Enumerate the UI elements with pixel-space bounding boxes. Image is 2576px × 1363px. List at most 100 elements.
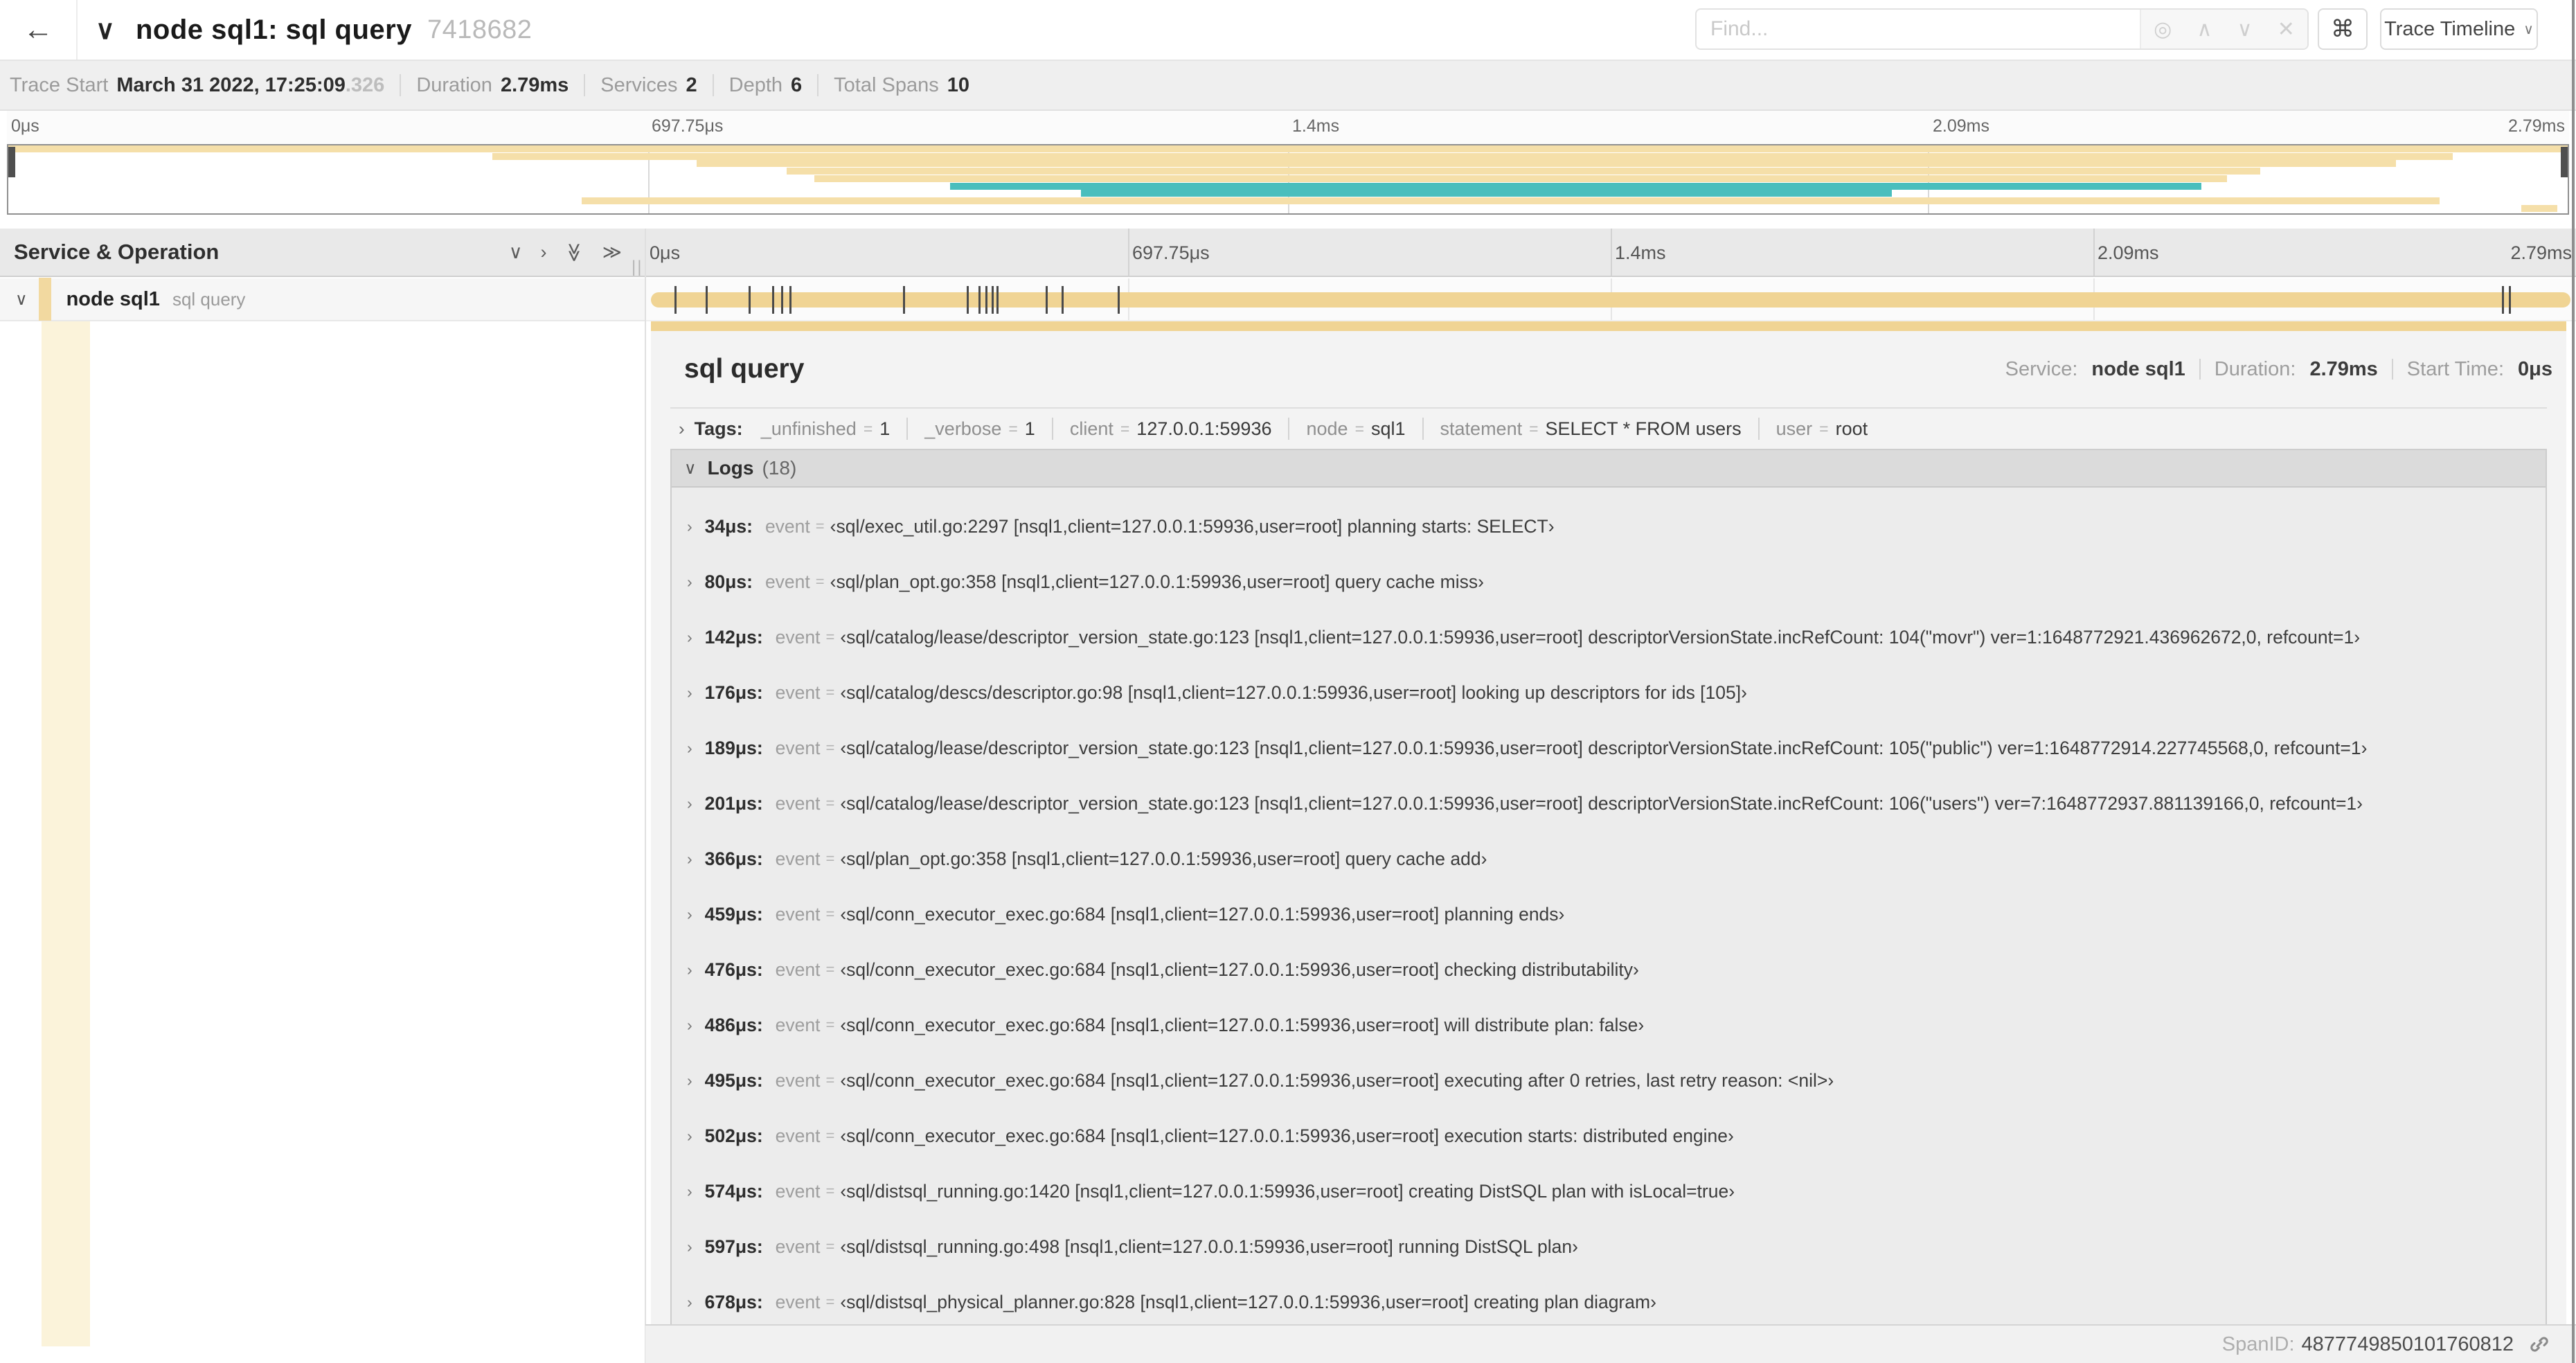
span-color-accent — [651, 321, 2566, 331]
tags-accordion[interactable]: › Tags: _unfinished = 1 _verbose = 1 client = 12… — [670, 407, 2547, 449]
collapse-all-icon[interactable]: ≫ — [564, 242, 585, 262]
find-input[interactable] — [1697, 10, 2140, 48]
chevron-down-icon: ∨ — [2523, 21, 2534, 37]
back-button[interactable]: ← — [0, 0, 78, 60]
span-timeline-row[interactable] — [645, 278, 2576, 321]
chevron-right-icon: › — [687, 683, 692, 702]
stat-duration: Duration 2.79ms — [416, 73, 569, 96]
log-field-value: ‹sql/plan_opt.go:358 [nsql1,client=127.0… — [830, 571, 1484, 592]
chevron-right-icon: › — [687, 1237, 692, 1256]
log-marker-tick[interactable] — [1062, 286, 1064, 314]
minimap-right-handle[interactable] — [2561, 147, 2568, 177]
log-entry-row[interactable]: › 366μs: event = ‹sql/plan_opt.go:358 [nsql1… — [672, 837, 2546, 881]
find-bar: ◎ ∧ ∨ ✕ — [1695, 8, 2309, 50]
span-tree-row[interactable]: ∨ node sql1 sql query — [0, 278, 645, 321]
minimap-left-handle[interactable] — [8, 147, 15, 177]
equals-sign: = — [1354, 419, 1364, 438]
log-marker-tick[interactable] — [780, 286, 783, 314]
log-entry-row[interactable]: › 574μs: event = ‹sql/distsql_running.go:142… — [672, 1169, 2546, 1213]
scrollbar[interactable] — [2572, 0, 2575, 1363]
log-marker-tick[interactable] — [991, 286, 994, 314]
span-detail-header: sql query Service: node sql1 Duration: 2… — [684, 346, 2552, 392]
log-entry-row[interactable]: › 142μs: event = ‹sql/catalog/lease/descript… — [672, 615, 2546, 659]
stat-trace-start: Trace Start March 31 2022, 17:25:09 .326 — [10, 73, 385, 96]
column-divider[interactable] — [645, 229, 646, 1363]
logs-section: ∨ Logs (18) › 34μs: event = ‹sql/exec_util.g… — [670, 449, 2547, 1363]
equals-sign: = — [825, 684, 835, 701]
log-entry-row[interactable]: › 597μs: event = ‹sql/distsql_running.go:498… — [672, 1224, 2546, 1269]
log-marker-tick[interactable] — [902, 286, 905, 314]
log-field-key: event — [775, 1069, 821, 1091]
log-entry-row[interactable]: › 476μs: event = ‹sql/conn_executor_exec.go:… — [672, 947, 2546, 992]
tag-item[interactable]: user = root — [1776, 418, 1868, 440]
logs-accordion-header[interactable]: ∨ Logs (18) — [672, 450, 2546, 488]
tag-item[interactable]: statement = SELECT * FROM users — [1440, 418, 1742, 440]
span-duration-bar[interactable] — [651, 286, 2570, 314]
chevron-right-icon: › — [687, 627, 692, 646]
log-field-key: event — [764, 515, 810, 537]
service-name[interactable]: node sql1 — [66, 288, 160, 311]
tag-item[interactable]: node = sql1 — [1306, 418, 1405, 440]
log-marker-tick[interactable] — [2501, 286, 2504, 314]
collapse-one-icon[interactable]: ∨ — [509, 242, 523, 263]
tag-item[interactable]: _verbose = 1 — [924, 418, 1035, 440]
log-entry-row[interactable]: › 34μs: event = ‹sql/exec_util.go:2297 [nsql… — [672, 504, 2546, 549]
expand-one-icon[interactable]: › — [540, 242, 546, 263]
log-field-key: event — [775, 737, 821, 758]
log-marker-tick[interactable] — [749, 286, 751, 314]
log-field-key: event — [775, 792, 821, 814]
log-entry-row[interactable]: › 486μs: event = ‹sql/conn_executor_exec.go:… — [672, 1003, 2546, 1047]
equals-sign: = — [863, 419, 873, 438]
log-marker-tick[interactable] — [967, 286, 969, 314]
log-timestamp: 176μs: — [704, 682, 763, 703]
command-icon: ⌘ — [2331, 16, 2354, 42]
log-entry-row[interactable]: › 678μs: event = ‹sql/distsql_physical_plann… — [672, 1280, 2546, 1324]
log-field-value: ‹sql/plan_opt.go:358 [nsql1,client=127.0… — [840, 848, 1487, 869]
view-selector-label: Trace Timeline — [2384, 17, 2516, 40]
equals-sign: = — [825, 905, 835, 923]
keyboard-shortcuts-button[interactable]: ⌘ — [2318, 8, 2368, 50]
tag-item[interactable]: client = 127.0.0.1:59936 — [1070, 418, 1272, 440]
column-resizer-grip[interactable]: || — [632, 258, 645, 276]
log-marker-tick[interactable] — [1117, 286, 1120, 314]
view-selector-button[interactable]: Trace Timeline ∨ — [2380, 8, 2538, 50]
jaeger-trace-page: ← ∨ node sql1: sql query 7418682 ◎ ∧ ∨ ✕… — [0, 0, 2576, 1363]
tag-item[interactable]: _unfinished = 1 — [761, 418, 891, 440]
log-entry-row[interactable]: › 459μs: event = ‹sql/conn_executor_exec.go:… — [672, 892, 2546, 936]
minimap-span-bar — [786, 168, 2261, 175]
log-entry-row[interactable]: › 80μs: event = ‹sql/plan_opt.go:358 [nsql1,… — [672, 560, 2546, 604]
log-marker-tick[interactable] — [978, 286, 981, 314]
locate-icon[interactable]: ◎ — [2154, 17, 2172, 42]
find-clear-icon[interactable]: ✕ — [2278, 17, 2295, 42]
log-entry-row[interactable]: › 189μs: event = ‹sql/catalog/lease/descript… — [672, 726, 2546, 770]
log-entry-row[interactable]: › 495μs: event = ‹sql/conn_executor_exec.go:… — [672, 1058, 2546, 1103]
span-detail-card: sql query Service: node sql1 Duration: 2… — [651, 321, 2566, 1363]
find-prev-icon[interactable]: ∧ — [2197, 17, 2212, 42]
chevron-down-icon[interactable]: ∨ — [15, 289, 28, 310]
log-entry-row[interactable]: › 176μs: event = ‹sql/catalog/descs/descript… — [672, 670, 2546, 715]
equals-sign: = — [1529, 419, 1539, 438]
log-marker-tick[interactable] — [674, 286, 677, 314]
trace-collapse-icon[interactable]: ∨ — [96, 0, 115, 60]
expand-all-icon[interactable]: ≫ — [602, 242, 622, 263]
log-marker-tick[interactable] — [985, 286, 987, 314]
trace-stats-bar: Trace Start March 31 2022, 17:25:09 .326… — [0, 61, 2576, 111]
log-marker-tick[interactable] — [706, 286, 708, 314]
chevron-right-icon: › — [687, 1126, 692, 1145]
page-title: node sql1: sql query 7418682 — [136, 0, 532, 60]
log-marker-tick[interactable] — [996, 286, 999, 314]
trace-minimap[interactable] — [7, 144, 2569, 215]
log-marker-tick[interactable] — [2508, 286, 2511, 314]
page-header: ← ∨ node sql1: sql query 7418682 ◎ ∧ ∨ ✕… — [0, 0, 2576, 61]
tag-value: sql1 — [1371, 418, 1406, 439]
log-entry-row[interactable]: › 201μs: event = ‹sql/catalog/lease/descript… — [672, 781, 2546, 826]
log-timestamp: 34μs: — [704, 515, 753, 537]
find-next-icon[interactable]: ∨ — [2237, 17, 2253, 42]
log-marker-tick[interactable] — [1046, 286, 1048, 314]
log-marker-tick[interactable] — [771, 286, 774, 314]
log-entry-row[interactable]: › 502μs: event = ‹sql/conn_executor_exec.go:… — [672, 1114, 2546, 1158]
link-icon[interactable] — [2528, 1333, 2551, 1356]
span-id-label: SpanID: — [2221, 1333, 2295, 1355]
service-operation-title: Service & Operation — [14, 240, 220, 264]
log-marker-tick[interactable] — [789, 286, 791, 314]
